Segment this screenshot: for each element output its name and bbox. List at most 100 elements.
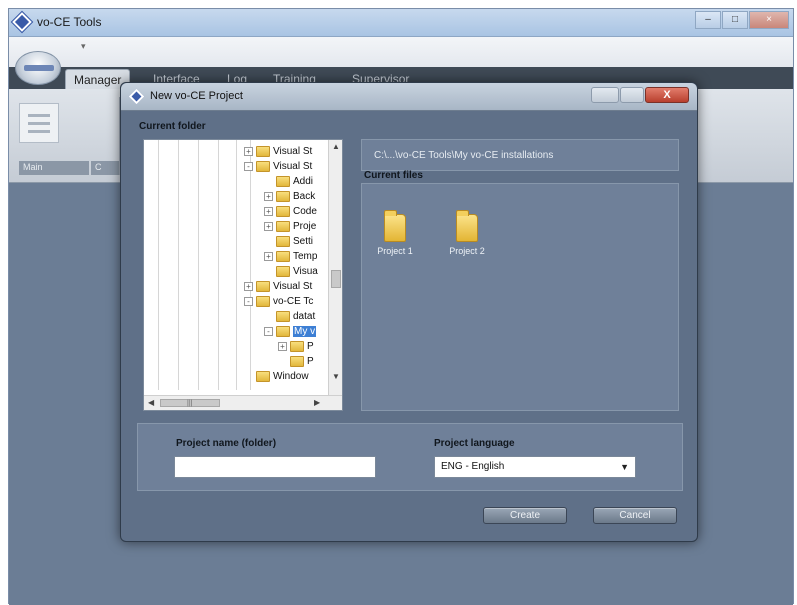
app-titlebar: vo-CE Tools – □ × xyxy=(9,9,793,37)
tree-item[interactable]: + Back xyxy=(264,189,315,203)
project-name-input[interactable] xyxy=(174,456,376,478)
expand-icon[interactable]: + xyxy=(264,206,273,216)
tree-item[interactable]: Addi xyxy=(264,174,313,188)
folder-tree[interactable]: + Visual St - Visual St Addi + Back + Code + Proje… xyxy=(143,139,343,411)
checklist-ribbon-button[interactable] xyxy=(19,103,59,143)
close-button[interactable]: × xyxy=(749,11,789,29)
current-path-box: C:\...\vo-CE Tools\My vo-CE installation… xyxy=(361,139,679,171)
tree-horizontal-scrollbar[interactable]: ◀ ||| ▶ xyxy=(144,395,342,410)
folder-icon xyxy=(276,250,290,262)
tree-vertical-scrollbar[interactable]: ▲ ▼ xyxy=(328,140,342,396)
tree-item-label: P xyxy=(307,355,314,367)
dialog-title: New vo-CE Project xyxy=(150,90,243,102)
scroll-down-icon[interactable]: ▼ xyxy=(332,372,340,381)
tree-item-label: Back xyxy=(293,190,316,202)
folder-icon xyxy=(276,325,290,337)
tree-item[interactable]: + Visual St xyxy=(244,279,312,293)
dialog-close-button[interactable]: X xyxy=(645,87,689,103)
tree-hscroll-thumb[interactable]: ||| xyxy=(160,399,220,407)
window-controls: – □ × xyxy=(694,11,789,31)
expand-icon[interactable]: + xyxy=(264,251,273,261)
file-item-project-2[interactable]: Project 2 xyxy=(442,210,492,256)
tree-item-label: Proje xyxy=(293,220,317,232)
file-label: Project 2 xyxy=(449,246,485,256)
tree-guide xyxy=(178,140,179,390)
tree-item-label: Code xyxy=(293,205,317,217)
expand-icon[interactable]: + xyxy=(264,221,273,231)
scroll-up-icon[interactable]: ▲ xyxy=(332,142,340,151)
checklist-icon-line xyxy=(28,122,50,125)
tree-item[interactable]: + Visual St xyxy=(244,144,312,158)
file-item-project-1[interactable]: Project 1 xyxy=(370,210,420,256)
app-title: vo-CE Tools xyxy=(37,15,102,29)
tree-item[interactable]: P xyxy=(278,354,314,368)
tree-item-label: Visua xyxy=(293,265,318,277)
project-name-label: Project name (folder) xyxy=(176,438,277,449)
folder-icon xyxy=(276,310,290,322)
dropdown-arrow-icon: ▼ xyxy=(620,462,629,472)
tree-item[interactable]: Visua xyxy=(264,264,318,278)
project-settings-panel: Project name (folder) Project language E… xyxy=(137,423,683,491)
file-label: Project 1 xyxy=(377,246,413,256)
folder-icon xyxy=(384,210,406,242)
current-files-panel: Current files Project 1 Project 2 xyxy=(361,170,679,411)
quick-access-toolbar: ▾ xyxy=(9,37,793,67)
dialog-minimize-button[interactable] xyxy=(591,87,619,103)
tree-item[interactable]: Setti xyxy=(264,234,313,248)
tree-item[interactable]: + Code xyxy=(264,204,317,218)
tree-item[interactable]: datat xyxy=(264,309,315,323)
collapse-icon[interactable]: - xyxy=(264,326,273,336)
tree-guide xyxy=(198,140,199,390)
expand-icon[interactable]: + xyxy=(264,191,273,201)
expand-icon[interactable]: + xyxy=(278,341,287,351)
current-folder-label: Current folder xyxy=(139,121,206,132)
dialog-logo-icon xyxy=(128,88,145,105)
collapse-icon[interactable]: - xyxy=(244,296,253,306)
folder-icon xyxy=(256,295,270,307)
orb-logo-icon xyxy=(24,65,54,71)
minimize-button[interactable]: – xyxy=(695,11,721,29)
tree-item-label: My v xyxy=(293,325,317,337)
folder-icon xyxy=(256,280,270,292)
maximize-button[interactable]: □ xyxy=(722,11,748,29)
project-language-label: Project language xyxy=(434,438,515,449)
tree-item-label: Setti xyxy=(293,235,314,247)
dialog-titlebar[interactable]: New vo-CE Project X xyxy=(121,83,697,111)
tree-item[interactable]: Window xyxy=(244,369,309,383)
collapse-icon[interactable]: - xyxy=(244,161,253,171)
tree-item[interactable]: - Visual St xyxy=(244,159,312,173)
project-language-select[interactable]: ENG - English ▼ xyxy=(434,456,636,478)
tree-item[interactable]: - My v xyxy=(264,324,317,338)
folder-icon xyxy=(276,175,290,187)
cancel-button[interactable]: Cancel xyxy=(593,507,677,524)
tree-guide xyxy=(218,140,219,390)
tree-item[interactable]: + Temp xyxy=(264,249,317,263)
tree-item-label: Temp xyxy=(293,250,318,262)
folder-icon xyxy=(256,145,270,157)
tree-item-label: Addi xyxy=(293,175,314,187)
expand-icon[interactable]: + xyxy=(244,146,253,156)
checklist-icon xyxy=(28,114,50,117)
tree-item-label: Visual St xyxy=(273,160,313,172)
grip-icon: ||| xyxy=(187,400,193,407)
tree-item[interactable]: + Proje xyxy=(264,219,316,233)
folder-icon xyxy=(290,340,304,352)
tree-item[interactable]: + P xyxy=(278,339,314,353)
tree-guide xyxy=(236,140,237,390)
scroll-right-icon[interactable]: ▶ xyxy=(314,398,320,407)
tree-item-label: Visual St xyxy=(273,145,313,157)
tree-item[interactable]: - vo-CE Tc xyxy=(244,294,313,308)
checklist-icon-line xyxy=(28,130,50,133)
scroll-left-icon[interactable]: ◀ xyxy=(148,398,154,407)
tree-item-label: datat xyxy=(293,310,316,322)
app-logo-icon xyxy=(10,10,34,34)
expand-icon[interactable]: + xyxy=(244,281,253,291)
application-menu-button[interactable] xyxy=(15,51,61,85)
dialog-maximize-button[interactable] xyxy=(620,87,644,103)
tree-item-label: Visual St xyxy=(273,280,313,292)
create-button[interactable]: Create xyxy=(483,507,567,524)
quick-access-dropdown-icon[interactable]: ▾ xyxy=(81,41,86,52)
tree-vscroll-thumb[interactable] xyxy=(331,270,341,288)
folder-icon xyxy=(256,370,270,382)
ribbon-group-main: Main xyxy=(19,161,89,175)
